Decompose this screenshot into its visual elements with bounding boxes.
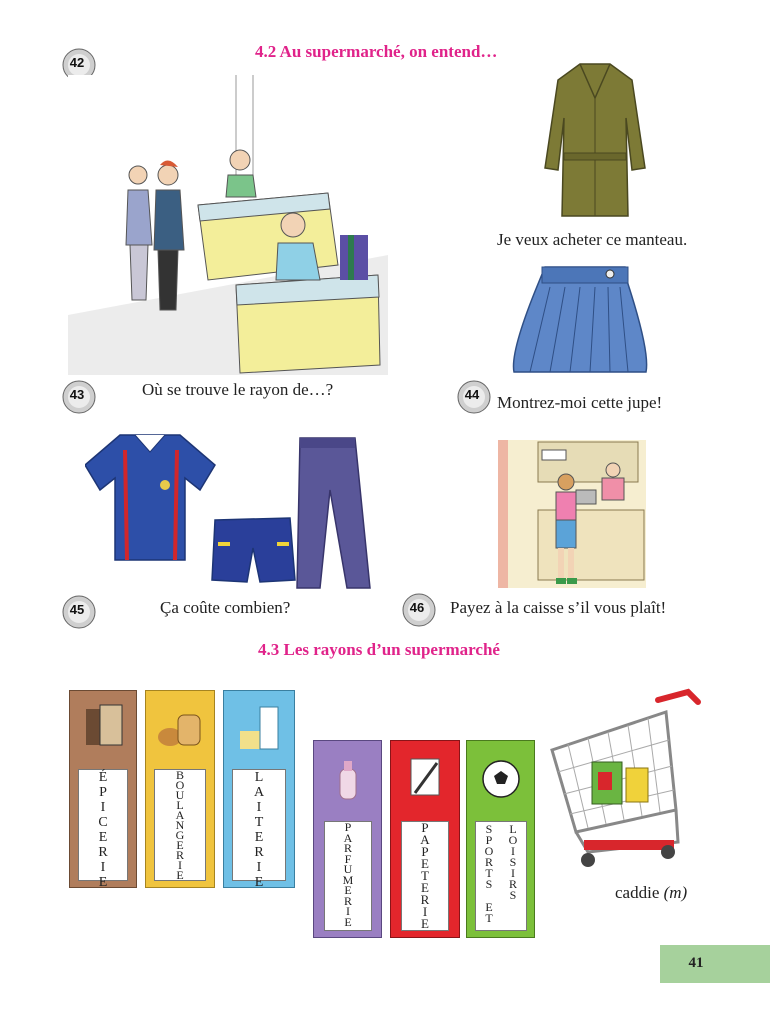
caption-skirt: Montrez-moi cette jupe! [497,393,663,412]
football-icon [482,760,520,798]
notebook-pen-icon [410,758,440,796]
banner-papeterie: PAPETERIE [390,740,460,938]
caddie-word: caddie [615,883,660,902]
caption-price: Ça coûte combien? [160,598,291,617]
label-loisirs: LOISIRS [508,822,518,902]
track-number: 45 [69,602,85,617]
milk-carton-icon [240,706,279,750]
label-laiterie: LAITERIE [232,769,286,890]
caption-pay: Payez à la caisse s’il vous plaît! [450,598,667,617]
label-boulangerie: BOULANGERIE [154,769,206,881]
audio-track-45-icon[interactable]: 45 [62,595,96,629]
perfume-bottle-icon [339,761,357,800]
track-number: 43 [69,387,85,402]
banner-epicerie: ÉPICERIE [69,690,137,890]
caddie-gender: (m) [663,883,688,902]
label-sports: SPORTS [484,822,494,891]
page-number-box: 41 [660,945,770,983]
track-number: 44 [464,387,480,402]
shopping-cart-icon [550,688,701,867]
shopping-cart-illustration [548,682,708,872]
banner-laiterie: LAITERIE [223,690,295,890]
section-heading-4-2: 4.2 Au supermarché, on entend… [255,42,498,61]
track-number: 46 [409,600,425,615]
banner-sports-loisirs: SPORTS ET LOISIRS [466,740,535,938]
store-scene-illustration [68,75,388,375]
audio-track-44-icon[interactable]: 44 [457,380,491,414]
grocery-bag-icon [86,704,123,746]
label-parfumerie: PARFUMERIE [324,821,372,931]
sports-clothes-illustration [84,430,385,590]
banner-boulangerie: BOULANGERIE [145,690,215,888]
label-sports-loisirs: SPORTS ET LOISIRS [475,821,527,931]
banner-parfumerie: PARFUMERIE [313,740,382,938]
caption-where: Où se trouve le rayon de…? [142,380,334,399]
caddie-label: caddie (m) [615,883,687,903]
label-et: ET [485,900,493,925]
skirt-illustration [510,262,650,382]
label-epicerie: ÉPICERIE [78,769,128,890]
page-number: 41 [688,955,704,971]
section-heading-4-3: 4.3 Les rayons d’un supermarché [258,640,500,659]
audio-track-46-icon[interactable]: 46 [402,593,436,627]
audio-track-43-icon[interactable]: 43 [62,380,96,414]
cashier-scene-illustration [498,440,646,588]
coat-illustration [540,58,650,218]
track-number: 42 [69,55,85,70]
label-papeterie: PAPETERIE [401,821,449,931]
caption-coat: Je veux acheter ce manteau. [497,230,688,249]
bread-icon [158,714,201,746]
